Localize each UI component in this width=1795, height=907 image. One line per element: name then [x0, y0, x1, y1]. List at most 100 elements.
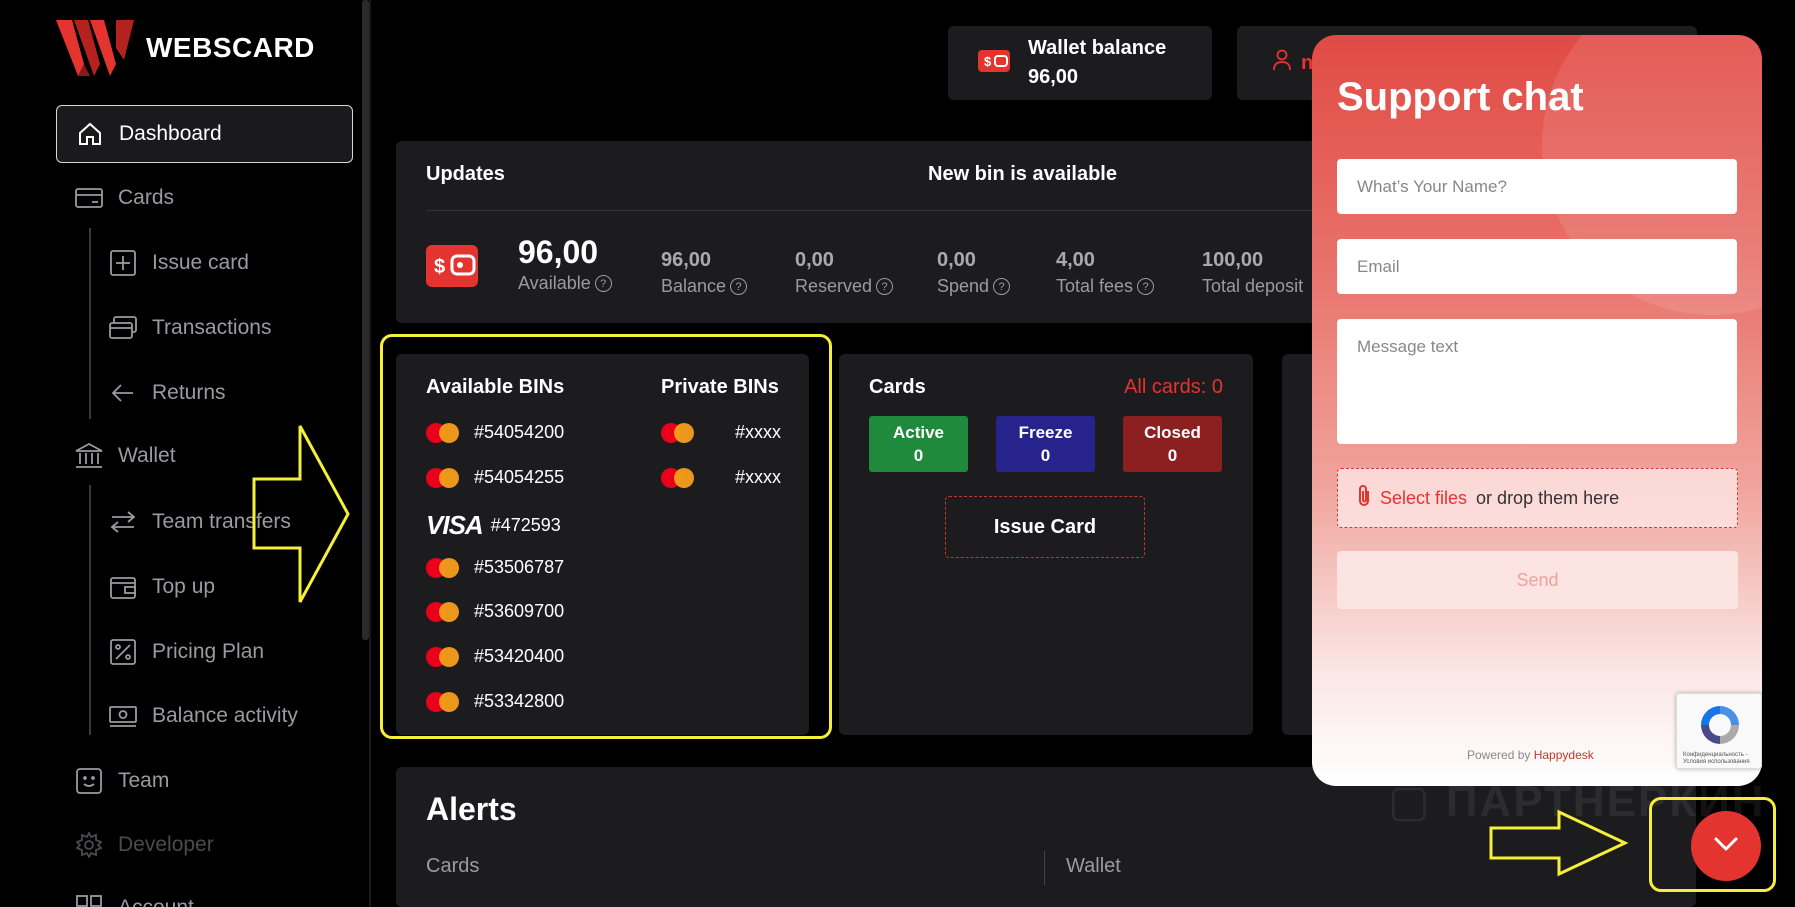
sidebar-item-dashboard[interactable]: Dashboard: [56, 105, 353, 163]
logo[interactable]: WEBSCARD: [56, 18, 315, 78]
status-label: Active: [892, 423, 945, 442]
status-freeze[interactable]: Freeze 0: [996, 416, 1095, 472]
highlight-box-chat-toggle: [1649, 797, 1776, 892]
arrow-annotation-right: [252, 425, 350, 603]
sidebar-item-balance-activity[interactable]: Balance activity: [108, 701, 298, 731]
sidebar-item-label: Developer: [118, 833, 214, 856]
help-icon[interactable]: ?: [730, 278, 748, 295]
issue-card-button[interactable]: Issue Card: [945, 496, 1145, 558]
help-icon[interactable]: ?: [876, 278, 894, 295]
alerts-title: Alerts: [426, 791, 517, 827]
paperclip-icon: [1356, 484, 1372, 513]
sidebar-item-label: Account: [118, 896, 194, 907]
arrow-annotation-chat: [1489, 809, 1629, 877]
all-cards-count[interactable]: All cards: 0: [1124, 376, 1223, 399]
bank-icon: [74, 441, 104, 471]
stat-value: 0,00: [937, 249, 976, 271]
stat-label: Balance: [661, 276, 727, 296]
logo-text: WEBSCARD: [146, 32, 315, 63]
alerts-tab-cards[interactable]: Cards: [426, 855, 479, 878]
status-count: 0: [913, 446, 924, 465]
sidebar-divider: [369, 0, 371, 907]
sidebar-item-label: Issue card: [152, 251, 249, 274]
powered-by: Powered by Happydesk: [1467, 748, 1594, 762]
help-icon[interactable]: ?: [993, 278, 1011, 295]
sidebar-item-returns[interactable]: Returns: [108, 378, 226, 408]
sidebar-item-transactions[interactable]: Transactions: [108, 313, 271, 343]
user-icon: [1273, 49, 1291, 77]
stat-value: 0,00: [795, 249, 834, 271]
sidebar-item-label: Balance activity: [152, 704, 298, 727]
plus-square-icon: [108, 248, 138, 278]
help-icon[interactable]: ?: [1137, 278, 1155, 295]
send-button[interactable]: Send: [1337, 551, 1738, 609]
available-stat: 96,00 Available?: [518, 234, 612, 294]
wallet-icon: [108, 572, 138, 602]
recaptcha-text: Конфиденциальность - Условия использован…: [1683, 752, 1750, 765]
stat-label: Spend: [937, 276, 990, 296]
status-active[interactable]: Active 0: [869, 416, 968, 472]
updates-news[interactable]: New bin is available: [928, 163, 1117, 186]
highlight-box-bins: [380, 334, 832, 739]
stat-label: Total fees: [1056, 276, 1134, 296]
powered-by-text: Powered by: [1467, 748, 1531, 762]
percent-icon: [108, 637, 138, 667]
sidebar-item-label: Dashboard: [119, 122, 222, 145]
cards-title: Cards: [869, 376, 926, 398]
sidebar-item-label: Transactions: [152, 316, 272, 339]
stat-label: Reserved: [795, 276, 873, 296]
sidebar-item-label: Top up: [152, 575, 216, 598]
total-deposit-stat: 100,00 Total deposit: [1202, 249, 1303, 297]
sidebar-item-team[interactable]: Team: [74, 766, 169, 796]
status-label: Freeze: [1018, 423, 1073, 442]
select-files-link[interactable]: Select files: [1380, 488, 1467, 509]
swap-icon: [108, 507, 138, 537]
grid-icon: [74, 893, 104, 907]
balance-stat: 96,00 Balance?: [661, 249, 748, 297]
sidebar-scrollbar[interactable]: [362, 0, 369, 640]
cash-icon: [108, 701, 138, 731]
svg-text:$: $: [434, 256, 445, 278]
message-textarea[interactable]: Message text: [1337, 319, 1737, 444]
file-dropzone[interactable]: Select files or drop them here: [1337, 468, 1738, 528]
divider: [1044, 851, 1045, 885]
sidebar-item-account[interactable]: Account: [74, 893, 194, 907]
sidebar-item-developer[interactable]: Developer: [74, 830, 214, 860]
recaptcha-icon: [1697, 702, 1743, 753]
happydesk-link[interactable]: Happydesk: [1534, 748, 1594, 762]
card-icon: [74, 183, 104, 213]
sidebar-item-label: Team: [118, 769, 170, 792]
stat-value: 4,00: [1056, 249, 1095, 271]
status-label: Closed: [1144, 423, 1201, 442]
chat-title: Support chat: [1337, 75, 1584, 119]
wallet-balance-widget[interactable]: $ Wallet balance 96,00: [948, 26, 1212, 100]
arrow-left-icon: [108, 378, 138, 408]
transactions-icon: [108, 313, 138, 343]
wallet-icon: $: [426, 243, 478, 294]
sidebar-item-label: Wallet: [118, 444, 176, 467]
sidebar-item-wallet[interactable]: Wallet: [74, 441, 176, 471]
name-input[interactable]: What’s Your Name?: [1337, 159, 1737, 214]
svg-text:$: $: [984, 54, 992, 69]
cards-panel: Cards All cards: 0 Active 0 Freeze 0 Clo…: [839, 354, 1253, 735]
support-chat-widget: Support chat What’s Your Name? Email Mes…: [1312, 35, 1762, 786]
status-closed[interactable]: Closed 0: [1123, 416, 1222, 472]
wallet-balance-label: Wallet balance: [1028, 37, 1167, 59]
sidebar-item-issue-card[interactable]: Issue card: [108, 248, 249, 278]
sidebar-item-label: Cards: [118, 186, 175, 209]
email-input[interactable]: Email: [1337, 239, 1737, 294]
help-icon[interactable]: ?: [594, 275, 612, 292]
sidebar-item-pricing-plan[interactable]: Pricing Plan: [108, 637, 264, 667]
available-label: Available: [518, 273, 591, 293]
sidebar-item-cards[interactable]: Cards: [74, 183, 174, 213]
sidebar-item-top-up[interactable]: Top up: [108, 572, 215, 602]
smile-icon: [74, 766, 104, 796]
total-fees-stat: 4,00 Total fees?: [1056, 249, 1155, 297]
gear-icon: [74, 830, 104, 860]
home-icon: [75, 119, 105, 149]
drop-text: or drop them here: [1476, 487, 1620, 508]
recaptcha-badge[interactable]: Конфиденциальность - Условия использован…: [1676, 693, 1762, 769]
alerts-tab-wallet[interactable]: Wallet: [1066, 855, 1121, 878]
status-count: 0: [1167, 446, 1178, 465]
available-value: 96,00: [518, 234, 599, 270]
